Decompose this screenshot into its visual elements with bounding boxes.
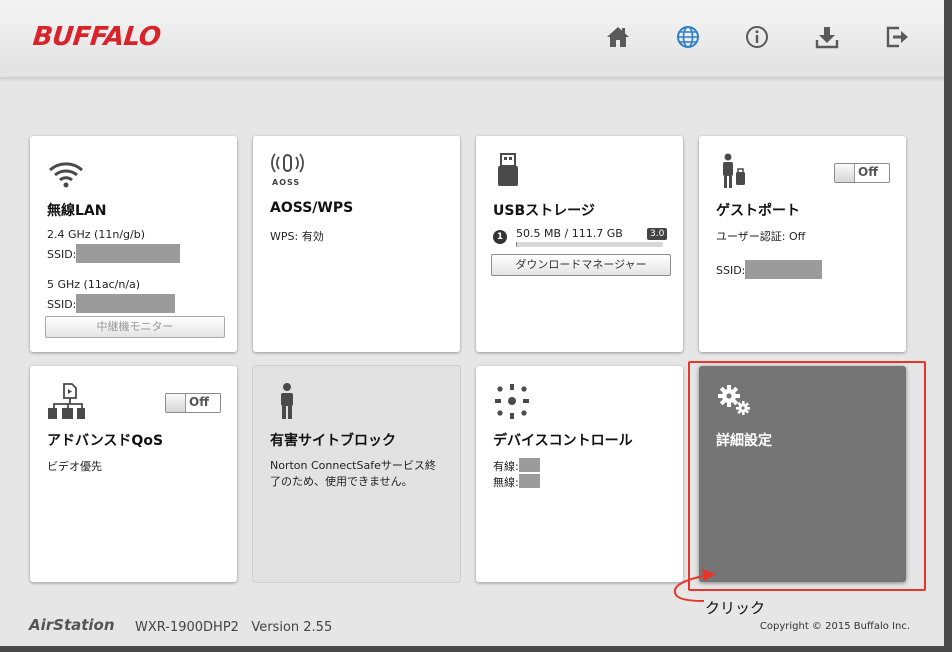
tile-title: 有害サイトブロック [270,433,396,449]
ssid-label: SSID: [47,298,77,311]
tile-aoss-wps[interactable]: AOSS AOSS/WPS WPS: 有効 [253,136,460,352]
tile-title: USBストレージ [493,203,595,219]
tile-harmful-site-block: 有害サイトブロック Norton ConnectSafeサービス終了のため、使用… [253,366,460,582]
toggle-state: Off [189,395,209,409]
usb-device-count: 1 [493,230,507,244]
buffalo-logo[interactable]: BUFFALO [31,22,162,52]
tile-title: AOSS/WPS [270,200,354,216]
window-frame-bottom [0,646,952,652]
usb-usage: 50.5 MB / 111.7 GB [516,227,623,240]
guest-ssid-row: SSID: [716,260,823,279]
guest-port-toggle[interactable]: Off [834,163,890,183]
wifi-icon [46,152,86,192]
usb-usage-fill [516,242,518,247]
guest-traveler-icon [715,152,755,192]
tile-guest-port[interactable]: Off ゲストポート ユーザー認証: Off SSID: [699,136,906,352]
redacted-ssid [76,244,181,263]
info-icon[interactable] [744,24,770,50]
ssid-24-row: SSID: [47,244,181,263]
wired-row: 有線: [493,458,540,474]
gears-icon [715,382,755,422]
band-5ghz-label: 5 GHz (11ac/n/a) [47,278,141,291]
tile-wireless-lan[interactable]: 無線LAN 2.4 GHz (11n/g/b) SSID: 5 GHz (11a… [30,136,237,352]
tile-advanced-qos[interactable]: Off アドバンスドQoS ビデオ優先 [30,366,237,582]
copyright: Copyright © 2015 Buffalo Inc. [759,621,910,632]
ssid-5-row: SSID: [47,294,176,313]
qos-network-icon [46,382,86,422]
download-manager-button[interactable]: ダウンロードマネージャー [491,254,671,276]
device-control-icon [492,382,532,422]
tile-title: デバイスコントロール [493,433,633,449]
click-annotation-label: クリック [705,599,766,617]
tile-usb-storage[interactable]: USBストレージ 1 50.5 MB / 111.7 GB 3.0 ダウンロード… [476,136,683,352]
ssid-label: SSID: [47,248,77,261]
ssid-label: SSID: [716,264,746,277]
model-version: WXR-1900DHP2 Version 2.55 [135,620,333,635]
tile-title: 詳細設定 [716,433,772,449]
tile-device-control[interactable]: デバイスコントロール 有線: 無線: [476,366,683,582]
tile-title: 無線LAN [47,203,107,219]
globe-icon[interactable] [675,24,701,50]
logout-icon[interactable] [884,24,910,50]
download-icon[interactable] [814,24,840,50]
redacted-ssid [745,260,823,279]
toggle-knob [166,394,186,412]
toggle-knob [835,164,855,182]
qos-mode: ビデオ優先 [47,460,102,473]
usb-usage-bar [516,242,663,247]
usb-drive-icon [492,152,532,192]
home-icon[interactable] [605,24,631,50]
wireless-label: 無線: [493,476,519,489]
header-bar: BUFFALO [0,0,952,78]
airstation-logo: AirStation [29,616,115,634]
redacted-count [518,458,540,472]
wps-status: WPS: 有効 [270,230,324,243]
redacted-count [518,474,540,488]
aoss-caption: AOSS [272,178,301,187]
wireless-row: 無線: [493,474,540,490]
window-frame-right [944,0,952,652]
tile-title: アドバンスドQoS [47,433,164,449]
usb-version-badge: 3.0 [647,228,668,240]
wired-label: 有線: [493,460,519,473]
repeater-monitor-button[interactable]: 中継機モニター [45,316,225,338]
redacted-ssid [76,294,176,313]
tile-title: ゲストポート [716,203,800,219]
service-ended-notice: Norton ConnectSafeサービス終了のため、使用できません。 [270,459,436,488]
person-icon [269,382,309,422]
qos-toggle[interactable]: Off [165,393,221,413]
tile-advanced-settings[interactable]: 詳細設定 [699,366,906,582]
user-auth-status: ユーザー認証: Off [716,230,806,243]
band-24ghz-label: 2.4 GHz (11n/g/b) [47,228,145,241]
toggle-state: Off [858,165,878,179]
